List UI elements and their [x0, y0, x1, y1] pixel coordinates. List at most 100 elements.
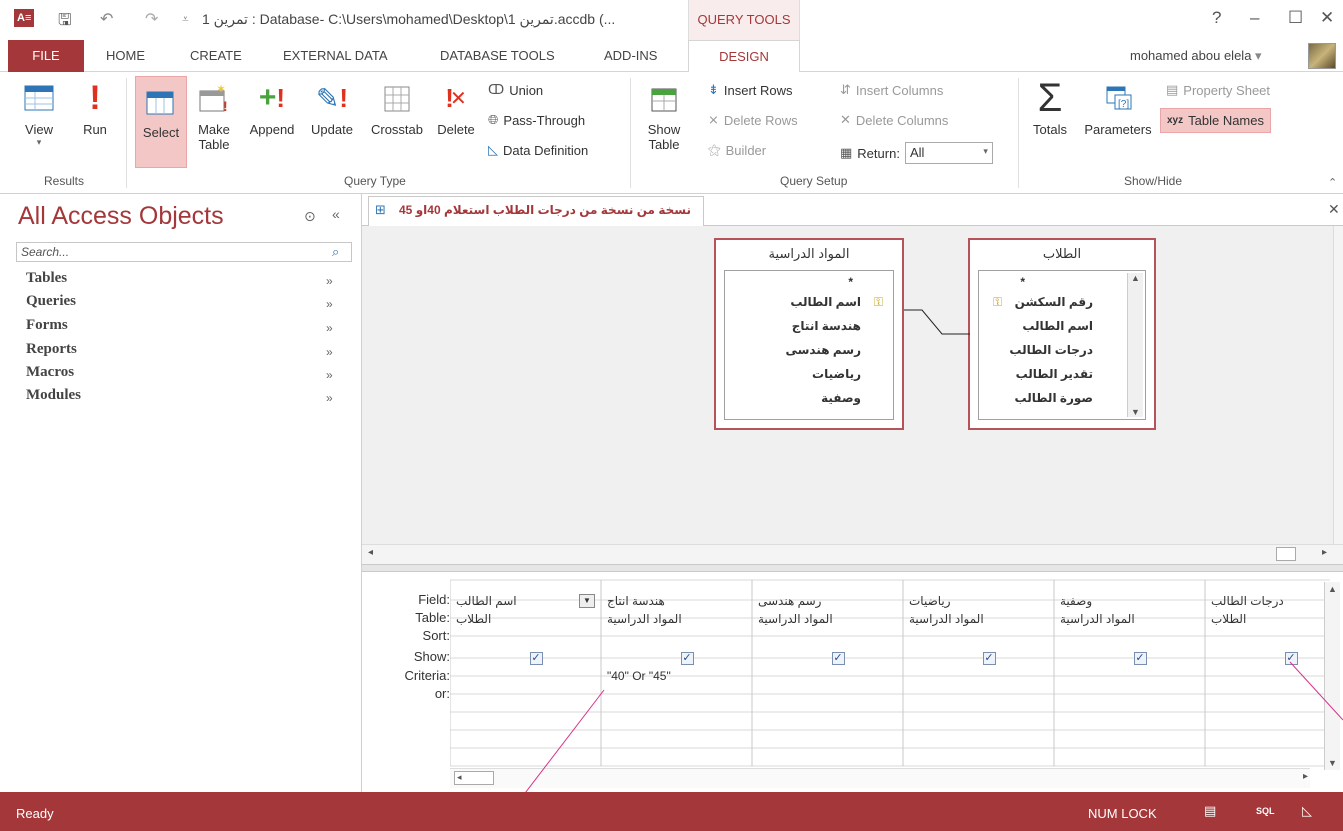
grid-criteria-cell[interactable]: "40" Or "45"	[607, 669, 671, 683]
select-query-button[interactable]: Select	[135, 76, 187, 168]
builder-button[interactable]: ⚝ Builder	[708, 142, 766, 158]
grid-horizontal-scrollbar[interactable]: ◂ ▸	[450, 768, 1310, 788]
save-icon[interactable]: 🖫	[58, 9, 72, 36]
property-sheet-button[interactable]: ▤ Property Sheet	[1166, 82, 1270, 98]
table-box-students[interactable]: الطلاب * رقم السكشن ⚿ اسم الطالب درجات ا…	[968, 238, 1156, 430]
collapse-ribbon-icon[interactable]: ⌃	[1328, 176, 1337, 189]
field-item[interactable]: رقم السكشن	[1015, 295, 1093, 309]
grid-field-cell[interactable]: درجات الطالب	[1211, 594, 1343, 608]
show-checkbox[interactable]: ✓	[982, 652, 996, 665]
chevron-down-icon[interactable]: »	[326, 391, 333, 405]
delete-columns-button[interactable]: ✕ Delete Columns	[840, 112, 948, 128]
chevron-down-icon[interactable]: »	[326, 297, 333, 311]
field-item[interactable]: وصفية	[821, 391, 861, 405]
nav-item-tables[interactable]: Tables	[26, 270, 67, 287]
grid-table-cell[interactable]: الطلاب	[1211, 612, 1343, 626]
scroll-thumb[interactable]	[1276, 547, 1296, 561]
field-item[interactable]: هندسة انتاج	[792, 319, 861, 333]
insert-rows-button[interactable]: ⇟ Insert Rows	[708, 82, 793, 98]
datasheet-view-icon[interactable]: ▤	[1204, 803, 1216, 819]
user-account[interactable]: mohamed abou elela ▾	[1130, 48, 1262, 64]
pane-splitter[interactable]	[362, 564, 1343, 572]
scroll-right-icon[interactable]: ▸	[1322, 547, 1327, 558]
chevron-down-icon[interactable]: »	[326, 345, 333, 359]
nav-item-reports[interactable]: Reports	[26, 341, 77, 358]
view-button[interactable]: View ▾	[14, 78, 64, 148]
field-item[interactable]: رسم هندسى	[785, 343, 861, 357]
field-item[interactable]: *	[848, 275, 853, 289]
tab-external-data[interactable]: EXTERNAL DATA	[283, 48, 388, 63]
tab-create[interactable]: CREATE	[190, 48, 242, 63]
minimize-button[interactable]: –	[1250, 8, 1259, 28]
return-select[interactable]: All ▾	[904, 142, 993, 164]
design-vertical-scrollbar[interactable]	[1333, 226, 1343, 544]
delete-rows-button[interactable]: ⨯ Delete Rows	[708, 112, 798, 128]
quick-access-dropdown-icon[interactable]: ⩡	[182, 12, 189, 27]
tab-database-tools[interactable]: DATABASE TOOLS	[440, 48, 555, 63]
chevron-down-icon[interactable]: »	[326, 274, 333, 288]
scroll-left-icon[interactable]: ◂	[454, 771, 494, 785]
grid-table-cell[interactable]: المواد الدراسية	[758, 612, 897, 626]
delete-query-button[interactable]: ! ✕ Delete	[432, 78, 480, 138]
close-document-icon[interactable]: ✕	[1328, 201, 1340, 218]
grid-table-cell[interactable]: المواد الدراسية	[607, 612, 746, 626]
grid-table-cell[interactable]: المواد الدراسية	[909, 612, 1048, 626]
scroll-up-icon[interactable]: ▲	[1328, 584, 1337, 594]
nav-item-modules[interactable]: Modules	[26, 387, 81, 404]
show-checkbox[interactable]: ✓	[1133, 652, 1147, 665]
parameters-button[interactable]: [?] Parameters	[1078, 78, 1158, 137]
field-item[interactable]: رياضيات	[812, 367, 861, 381]
nav-pane-title[interactable]: All Access Objects	[18, 202, 224, 231]
scroll-left-icon[interactable]: ◂	[368, 547, 373, 558]
chevron-down-icon[interactable]: »	[326, 368, 333, 382]
show-checkbox[interactable]: ✓	[831, 652, 845, 665]
field-item[interactable]: اسم الطالب	[790, 295, 861, 309]
nav-item-macros[interactable]: Macros	[26, 364, 74, 381]
shutter-bar-close-icon[interactable]: «	[332, 206, 340, 222]
grid-field-cell[interactable]: اسم الطالب	[456, 594, 595, 608]
table-names-button[interactable]: xyz Table Names	[1160, 108, 1271, 133]
relationship-line[interactable]	[902, 296, 972, 346]
field-item[interactable]: *	[1020, 275, 1025, 289]
search-icon[interactable]: ⌕	[332, 244, 339, 260]
scroll-down-icon[interactable]: ▼	[1328, 758, 1337, 768]
field-item[interactable]: اسم الطالب	[1022, 319, 1093, 333]
field-item[interactable]: تقدير الطالب	[1016, 367, 1093, 381]
grid-table-cell[interactable]: الطلاب	[456, 612, 595, 626]
make-table-button[interactable]: ✶! Make Table	[192, 78, 236, 152]
data-definition-button[interactable]: ◺ Data Definition	[488, 142, 588, 158]
totals-button[interactable]: Σ Totals	[1026, 76, 1074, 138]
grid-vertical-scrollbar[interactable]: ▲ ▼	[1324, 582, 1340, 770]
tab-add-ins[interactable]: ADD-INS	[604, 48, 657, 63]
undo-icon[interactable]: ↶	[100, 9, 113, 29]
design-view-icon[interactable]: ◺	[1302, 803, 1312, 819]
tab-home[interactable]: HOME	[106, 48, 145, 63]
sql-view-button[interactable]: SQL	[1256, 806, 1275, 816]
avatar[interactable]	[1308, 43, 1336, 69]
nav-menu-icon[interactable]: ⊙	[304, 208, 316, 225]
document-tab[interactable]: ⊞ نسخة من نسخة من درجات الطلاب استعلام 4…	[368, 196, 704, 226]
pass-through-button[interactable]: 🌐︎ Pass-Through	[488, 112, 585, 128]
field-item[interactable]: صورة الطالب	[1015, 391, 1093, 405]
help-button[interactable]: ?	[1212, 8, 1221, 28]
show-table-button[interactable]: Show Table	[638, 78, 690, 152]
field-dropdown-icon[interactable]: ▼	[579, 594, 595, 608]
nav-item-forms[interactable]: Forms	[26, 317, 68, 334]
redo-icon[interactable]: ↷	[145, 9, 158, 29]
insert-columns-button[interactable]: ⇵ Insert Columns	[840, 82, 943, 98]
grid-field-cell[interactable]: هندسة انتاج	[607, 594, 746, 608]
design-horizontal-scrollbar[interactable]: ◂ ▸	[362, 544, 1343, 564]
update-button[interactable]: ✎! Update	[305, 78, 359, 138]
field-list-scrollbar[interactable]: ▲ ▼	[1127, 273, 1143, 417]
scroll-up-icon[interactable]: ▲	[1131, 273, 1140, 283]
chevron-down-icon[interactable]: »	[326, 321, 333, 335]
show-checkbox[interactable]: ✓	[529, 652, 543, 665]
field-item[interactable]: درجات الطالب	[1009, 343, 1093, 357]
nav-item-queries[interactable]: Queries	[26, 293, 76, 310]
grid-field-cell[interactable]: رياضيات	[909, 594, 1048, 608]
tab-file[interactable]: FILE	[8, 40, 84, 72]
table-box-subjects[interactable]: المواد الدراسية * اسم الطالب ⚿ هندسة انت…	[714, 238, 904, 430]
grid-table-cell[interactable]: المواد الدراسية	[1060, 612, 1199, 626]
grid-field-cell[interactable]: رسم هندسى	[758, 594, 897, 608]
tab-design[interactable]: DESIGN	[688, 40, 800, 73]
